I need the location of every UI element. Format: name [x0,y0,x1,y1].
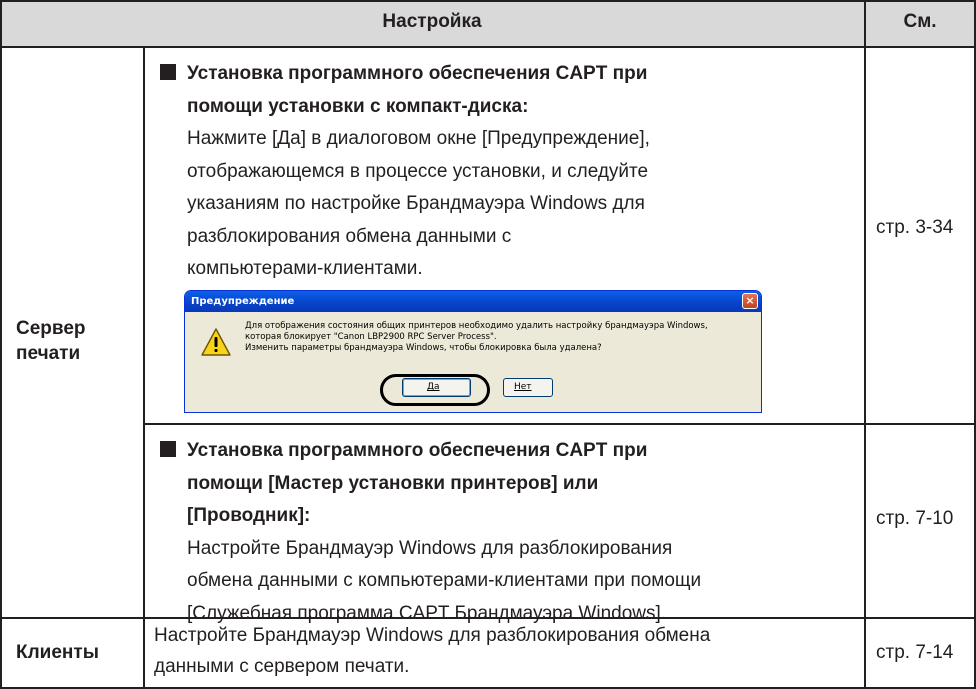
table-rule-ref-col [864,0,866,689]
cd-title-line2: помощи установки с компакт-диска: [187,95,529,117]
header-see: См. [903,11,937,32]
wizard-body-line: Настройте Брандмауэр Windows для разблок… [187,537,673,559]
clients-section: Настройте Брандмауэр Windows для разблок… [154,620,710,682]
cd-body-line: отображающемся в процессе установки, и с… [187,160,649,182]
wizard-ref: стр. 7-10 [876,508,954,529]
cd-body-line: указаниям по настройке Брандмауэра Windo… [187,193,645,214]
table-rule-clients-col [143,617,145,689]
no-button[interactable]: Нет [503,378,553,397]
clients-body-line: данными с сервером печати. [154,656,410,677]
wizard-title-line1: Установка программного обеспечения CAPT … [187,440,648,461]
warning-icon [201,328,231,356]
yes-button-highlight [380,374,490,406]
wizard-title-line3: [Проводник]: [187,505,311,526]
clients-body-line: Настройте Брандмауэр Windows для разблок… [154,625,711,646]
square-bullet-icon [160,441,176,457]
wizard-title-line2: помощи [Мастер установки принтеров] или [187,472,599,494]
dialog-message: Для отображения состояния общих принтеро… [245,321,708,353]
cd-ref: стр. 3-34 [876,217,954,238]
close-icon[interactable]: × [742,293,758,309]
table-border-left [0,0,2,689]
cd-body-line: разблокирования обмена данными с [187,225,512,247]
row-label-print-server: Сервер печати [16,318,86,364]
table-rule-header [0,46,976,48]
table-rule-mid [143,423,976,425]
wizard-install-section: Установка программного обеспечения CAPT … [160,435,701,630]
cd-body-line: Нажмите [Да] в диалоговом окне [Предупре… [187,128,650,149]
wizard-body-line: обмена данными с компьютерами-клиентами … [187,570,702,591]
table-rule-label-col [143,46,145,619]
cd-title-line1: Установка программного обеспечения CAPT … [187,63,648,84]
square-bullet-icon [160,64,176,80]
cd-install-section: Установка программного обеспечения CAPT … [160,58,650,286]
dialog-title-bar: Предупреждение × [185,291,761,312]
header-setting: Настройка [382,11,482,32]
cd-body-line: компьютерами-клиентами. [187,258,423,279]
row-label-clients: Клиенты [16,642,99,663]
table-border-top [0,0,976,2]
clients-ref: стр. 7-14 [876,642,954,663]
dialog-title: Предупреждение [191,296,295,307]
